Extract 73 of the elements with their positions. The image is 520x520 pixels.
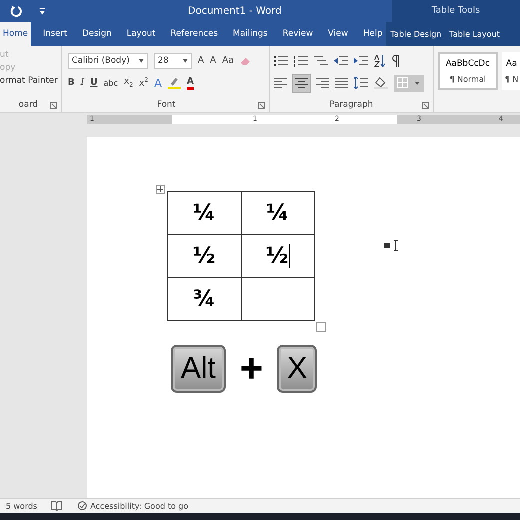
text-cursor: [288, 244, 290, 268]
window-title: Document1 - Word: [187, 6, 283, 16]
ribbon-tab[interactable]: Insert: [40, 22, 70, 46]
style-name: ¶ Normal: [450, 74, 486, 84]
font-size-field[interactable]: 28: [154, 53, 192, 69]
dialog-launcher-icon[interactable]: [258, 102, 265, 108]
group-label: Font: [157, 100, 176, 110]
group-label: Paragraph: [330, 100, 374, 110]
dialog-launcher-icon[interactable]: [50, 102, 57, 108]
decrease-indent-icon[interactable]: [334, 56, 348, 66]
context-title: Table Tools: [392, 0, 520, 22]
table-cell[interactable]: ½: [168, 234, 241, 278]
superscript-button[interactable]: x$^{2}$: [139, 77, 148, 89]
keyboard-key: X: [277, 345, 318, 393]
dialog-launcher-icon[interactable]: [422, 102, 429, 108]
group-label: oard: [18, 100, 38, 110]
numbered-list-icon[interactable]: [294, 56, 308, 66]
bold-button[interactable]: B: [68, 78, 75, 88]
align-center-icon[interactable]: [293, 74, 310, 92]
underline-button[interactable]: U: [90, 78, 98, 88]
table-resize-handle[interactable]: [316, 322, 326, 332]
undo-icon[interactable]: [10, 4, 23, 18]
table-cell[interactable]: ¼: [241, 192, 314, 234]
grow-font-button[interactable]: A: [198, 56, 204, 66]
font-name-field[interactable]: Calibri (Body): [68, 53, 148, 69]
sort-icon[interactable]: [374, 55, 386, 67]
clipboard-command[interactable]: ormat Painter: [0, 76, 57, 86]
table-cell[interactable]: [241, 278, 314, 320]
text-effects-button[interactable]: A: [154, 76, 162, 90]
justify-icon[interactable]: [335, 78, 348, 88]
accessibility-icon[interactable]: [77, 501, 88, 511]
table-cell[interactable]: ¾: [168, 278, 241, 320]
ribbon-tab[interactable]: Layout: [124, 22, 159, 46]
font-color-button[interactable]: A: [186, 76, 194, 90]
bullet-list-icon[interactable]: [274, 56, 288, 66]
strikethrough-button[interactable]: abc: [104, 78, 118, 88]
increase-indent-icon[interactable]: [354, 56, 368, 66]
style-gallery-item[interactable]: AaBbCcDc ¶ Normal: [438, 52, 498, 90]
keyboard-key: Alt: [171, 345, 226, 393]
caret-icon[interactable]: [139, 59, 144, 63]
ribbon-tab[interactable]: Home: [0, 22, 32, 46]
shading-icon[interactable]: [374, 77, 388, 89]
ribbon-tab[interactable]: View: [325, 22, 352, 46]
style-name: ¶ N: [505, 74, 519, 84]
plus-sign: +: [240, 346, 264, 392]
change-case-button[interactable]: Aa: [222, 56, 234, 66]
caret-icon[interactable]: [183, 59, 188, 63]
style-gallery-item[interactable]: Aa ¶ N: [502, 52, 520, 90]
ribbon-tab[interactable]: Table Design: [388, 22, 444, 46]
table-move-handle[interactable]: [156, 185, 165, 194]
style-preview: Aa: [506, 58, 518, 68]
customize-toolbar-icon[interactable]: [39, 8, 46, 14]
italic-button[interactable]: I: [80, 78, 84, 88]
ribbon-tab[interactable]: Mailings: [230, 22, 271, 46]
accessibility-status[interactable]: Accessibility: Good to go: [90, 502, 189, 510]
align-left-icon[interactable]: [274, 78, 287, 88]
align-right-icon[interactable]: [316, 78, 329, 88]
line-spacing-icon[interactable]: [354, 77, 368, 89]
proofing-book-icon[interactable]: [51, 501, 64, 511]
ribbon-tab[interactable]: Table Layout: [448, 22, 502, 46]
table-cell[interactable]: ½: [241, 234, 314, 278]
ribbon-tab[interactable]: References: [168, 22, 221, 46]
pilcrow-icon[interactable]: [392, 55, 401, 67]
ribbon-tab[interactable]: Review: [280, 22, 316, 46]
multilevel-list-icon[interactable]: [314, 56, 328, 66]
shrink-font-button[interactable]: A: [210, 56, 216, 66]
style-preview: AaBbCcDc: [446, 58, 490, 68]
ribbon-tab[interactable]: Design: [80, 22, 115, 46]
word-count[interactable]: 5 words: [6, 502, 38, 510]
table-cell[interactable]: ¼: [168, 192, 241, 234]
highlighter-icon[interactable]: [168, 77, 181, 89]
ribbon-tab[interactable]: Help: [360, 22, 386, 46]
subscript-button[interactable]: x$_{2}$: [124, 77, 134, 89]
